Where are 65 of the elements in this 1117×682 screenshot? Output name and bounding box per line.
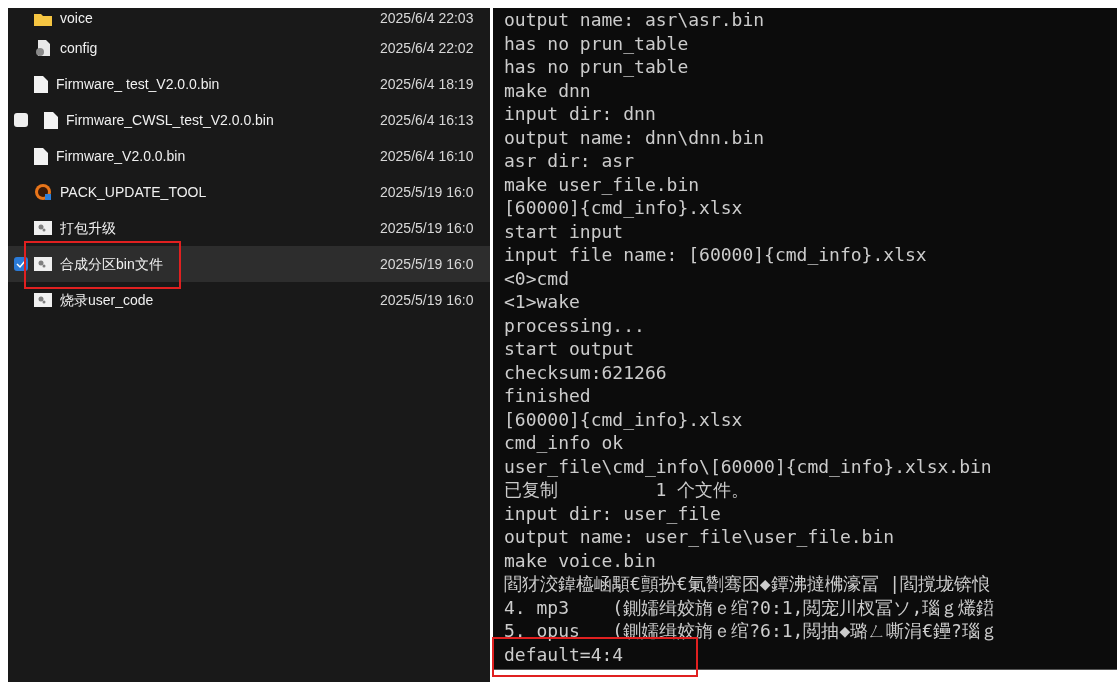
file-row[interactable]: Firmware_ test_V2.0.0.bin 2025/6/4 18:19 <box>8 66 490 102</box>
terminal-line: [60000]{cmd_info}.xlsx <box>504 196 743 220</box>
terminal-line: user_file\cmd_info\[60000]{cmd_info}.xlsx.bin <box>504 454 992 478</box>
terminal-line: asr dir: asr <box>504 149 635 173</box>
terminal-line: make user_file.bin <box>504 172 700 196</box>
terminal-line: start input <box>504 219 624 243</box>
terminal-line: finished <box>504 384 591 408</box>
terminal-line: has no prun_table <box>504 31 689 55</box>
file-row[interactable]: PACK_UPDATE_TOOL 2025/5/19 16:0 <box>8 174 490 210</box>
file-name: config <box>60 38 98 58</box>
file-row[interactable]: 合成分区bin文件 2025/5/19 16:0 <box>8 246 490 282</box>
file-date: 2025/5/19 16:0 <box>380 290 475 310</box>
checkbox[interactable] <box>14 113 28 127</box>
terminal-line: processing... <box>504 313 645 337</box>
terminal-line: <0>cmd <box>504 266 570 290</box>
file-name: Firmware_CWSL_test_V2.0.0.bin <box>66 110 274 130</box>
terminal-line: make dnn <box>504 78 591 102</box>
file-name: 打包升级 <box>60 218 116 238</box>
file-row[interactable]: 打包升级 2025/5/19 16:0 <box>8 210 490 246</box>
script-icon <box>34 293 52 307</box>
terminal-line: 已复制 1 个文件。 <box>504 478 750 502</box>
terminal-line: default=4:4 <box>504 642 624 666</box>
script-icon <box>34 221 52 235</box>
terminal-line: start output <box>504 337 635 361</box>
file-icon <box>34 147 48 165</box>
terminal-line: checksum:621266 <box>504 360 667 384</box>
terminal-line: make voice.bin <box>504 548 656 572</box>
file-row[interactable]: config 2025/6/4 22:02 <box>8 30 490 66</box>
file-date: 2025/6/4 18:19 <box>380 74 475 94</box>
terminal-line: 閻犲洨鍏橀崡顒€顫扮€氭劗骞囨◆鐔沸撻梻濠冨 |閻撹垅锛悢 <box>504 572 991 596</box>
terminal-line: output name: user_file\user_file.bin <box>504 525 895 549</box>
terminal-line: [60000]{cmd_info}.xlsx <box>504 407 743 431</box>
file-name: voice <box>60 9 93 28</box>
file-date: 2025/6/4 16:10 <box>380 146 475 166</box>
terminal-line: output name: dnn\dnn.bin <box>504 125 765 149</box>
terminal-line: 4. mp3 (鍘嬬缉姣旓ｅ绾?0:1,閲宠川杈冨ソ,瑙ｇ爜鍣 <box>504 595 995 619</box>
file-date: 2025/5/19 16:0 <box>380 182 475 202</box>
file-date: 2025/6/4 16:13 <box>380 110 475 130</box>
file-icon <box>44 111 58 129</box>
terminal-line: output name: asr\asr.bin <box>504 8 765 32</box>
file-name: Firmware_V2.0.0.bin <box>56 146 186 166</box>
script-icon <box>34 257 52 271</box>
file-icon <box>34 75 48 93</box>
terminal-line: <1>wake <box>504 290 580 314</box>
file-row[interactable]: voice 2025/6/4 22:03 <box>8 8 490 30</box>
folder-icon <box>34 11 52 26</box>
file-row[interactable]: Firmware_V2.0.0.bin 2025/6/4 16:10 <box>8 138 490 174</box>
terminal-line: cmd_info ok <box>504 431 624 455</box>
checkmark-icon <box>16 259 26 269</box>
file-name: Firmware_ test_V2.0.0.bin <box>56 74 220 94</box>
file-date: 2025/5/19 16:0 <box>380 254 475 274</box>
file-row[interactable]: Firmware_CWSL_test_V2.0.0.bin 2025/6/4 16:13 <box>8 102 490 138</box>
terminal-line: input dir: user_file <box>504 501 721 525</box>
file-date: 2025/5/19 16:0 <box>380 218 475 238</box>
file-name: 烧录user_code <box>60 290 154 310</box>
terminal-line: has no prun_table <box>504 55 689 79</box>
terminal-line: input dir: dnn <box>504 102 656 126</box>
terminal-line: input file name: [60000]{cmd_info}.xlsx <box>504 243 927 267</box>
file-row[interactable]: 烧录user_code 2025/5/19 16:0 <box>8 282 490 318</box>
settings-file-icon <box>34 39 52 57</box>
file-date: 2025/6/4 22:02 <box>380 38 475 58</box>
app-icon <box>34 183 52 201</box>
file-name: PACK_UPDATE_TOOL <box>60 182 207 202</box>
file-name: 合成分区bin文件 <box>60 254 163 274</box>
file-date: 2025/6/4 22:03 <box>380 9 475 28</box>
